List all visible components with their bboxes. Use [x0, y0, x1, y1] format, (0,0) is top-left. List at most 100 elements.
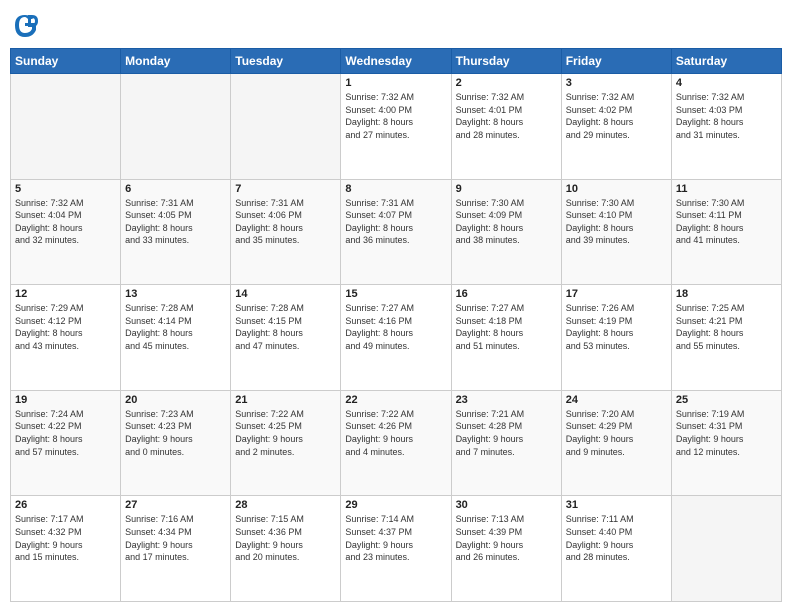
header: [10, 10, 782, 40]
day-number: 6: [125, 183, 226, 195]
day-info: Sunrise: 7:31 AM Sunset: 4:05 PM Dayligh…: [125, 197, 226, 247]
day-info: Sunrise: 7:17 AM Sunset: 4:32 PM Dayligh…: [15, 513, 116, 563]
day-number: 22: [345, 394, 446, 406]
day-number: 14: [235, 288, 336, 300]
day-number: 29: [345, 499, 446, 511]
calendar-cell: 26 Sunrise: 7:17 AM Sunset: 4:32 PM Dayli…: [11, 496, 121, 602]
day-number: 8: [345, 183, 446, 195]
calendar-cell: 18 Sunrise: 7:25 AM Sunset: 4:21 PM Dayli…: [671, 285, 781, 391]
calendar-header-thursday: Thursday: [451, 49, 561, 74]
calendar-cell: 23 Sunrise: 7:21 AM Sunset: 4:28 PM Dayli…: [451, 390, 561, 496]
calendar-cell: 11 Sunrise: 7:30 AM Sunset: 4:11 PM Dayli…: [671, 179, 781, 285]
day-number: 31: [566, 499, 667, 511]
day-number: 25: [676, 394, 777, 406]
day-info: Sunrise: 7:30 AM Sunset: 4:09 PM Dayligh…: [456, 197, 557, 247]
day-info: Sunrise: 7:32 AM Sunset: 4:04 PM Dayligh…: [15, 197, 116, 247]
day-number: 30: [456, 499, 557, 511]
day-number: 24: [566, 394, 667, 406]
day-number: 26: [15, 499, 116, 511]
day-info: Sunrise: 7:15 AM Sunset: 4:36 PM Dayligh…: [235, 513, 336, 563]
day-info: Sunrise: 7:30 AM Sunset: 4:11 PM Dayligh…: [676, 197, 777, 247]
calendar-cell: 10Sunrise: 7:30 AM Sunset: 4:10 PM Dayli…: [561, 179, 671, 285]
day-info: Sunrise: 7:11 AM Sunset: 4:40 PM Dayligh…: [566, 513, 667, 563]
day-info: Sunrise: 7:28 AM Sunset: 4:14 PM Dayligh…: [125, 302, 226, 352]
day-info: Sunrise: 7:32 AM Sunset: 4:02 PM Dayligh…: [566, 91, 667, 141]
calendar-cell: [121, 74, 231, 180]
calendar-week-row: 19 Sunrise: 7:24 AM Sunset: 4:22 PM Dayli…: [11, 390, 782, 496]
day-info: Sunrise: 7:30 AM Sunset: 4:10 PM Dayligh…: [566, 197, 667, 247]
calendar-cell: 3 Sunrise: 7:32 AM Sunset: 4:02 PM Daylig…: [561, 74, 671, 180]
logo: [10, 10, 44, 40]
day-number: 1: [345, 77, 446, 89]
calendar-cell: 8 Sunrise: 7:31 AM Sunset: 4:07 PM Daylig…: [341, 179, 451, 285]
calendar-cell: 17 Sunrise: 7:26 AM Sunset: 4:19 PM Dayli…: [561, 285, 671, 391]
day-number: 17: [566, 288, 667, 300]
day-info: Sunrise: 7:26 AM Sunset: 4:19 PM Dayligh…: [566, 302, 667, 352]
calendar-week-row: 1Sunrise: 7:32 AM Sunset: 4:00 PM Daylig…: [11, 74, 782, 180]
calendar-cell: 6 Sunrise: 7:31 AM Sunset: 4:05 PM Daylig…: [121, 179, 231, 285]
day-info: Sunrise: 7:23 AM Sunset: 4:23 PM Dayligh…: [125, 408, 226, 458]
day-info: Sunrise: 7:31 AM Sunset: 4:07 PM Dayligh…: [345, 197, 446, 247]
day-number: 27: [125, 499, 226, 511]
day-number: 16: [456, 288, 557, 300]
calendar-cell: [11, 74, 121, 180]
calendar-cell: 9 Sunrise: 7:30 AM Sunset: 4:09 PM Daylig…: [451, 179, 561, 285]
calendar-week-row: 26 Sunrise: 7:17 AM Sunset: 4:32 PM Dayli…: [11, 496, 782, 602]
calendar-cell: 21 Sunrise: 7:22 AM Sunset: 4:25 PM Dayli…: [231, 390, 341, 496]
logo-icon: [10, 10, 40, 40]
calendar-cell: 27 Sunrise: 7:16 AM Sunset: 4:34 PM Dayli…: [121, 496, 231, 602]
day-info: Sunrise: 7:31 AM Sunset: 4:06 PM Dayligh…: [235, 197, 336, 247]
calendar-cell: 4Sunrise: 7:32 AM Sunset: 4:03 PM Daylig…: [671, 74, 781, 180]
day-number: 12: [15, 288, 116, 300]
day-info: Sunrise: 7:14 AM Sunset: 4:37 PM Dayligh…: [345, 513, 446, 563]
day-info: Sunrise: 7:25 AM Sunset: 4:21 PM Dayligh…: [676, 302, 777, 352]
calendar-cell: 24Sunrise: 7:20 AM Sunset: 4:29 PM Dayli…: [561, 390, 671, 496]
day-number: 28: [235, 499, 336, 511]
calendar-cell: 1Sunrise: 7:32 AM Sunset: 4:00 PM Daylig…: [341, 74, 451, 180]
calendar-week-row: 5 Sunrise: 7:32 AM Sunset: 4:04 PM Daylig…: [11, 179, 782, 285]
calendar-cell: 28 Sunrise: 7:15 AM Sunset: 4:36 PM Dayli…: [231, 496, 341, 602]
day-number: 9: [456, 183, 557, 195]
calendar-cell: 29 Sunrise: 7:14 AM Sunset: 4:37 PM Dayli…: [341, 496, 451, 602]
calendar-cell: 19 Sunrise: 7:24 AM Sunset: 4:22 PM Dayli…: [11, 390, 121, 496]
calendar-cell: 2 Sunrise: 7:32 AM Sunset: 4:01 PM Daylig…: [451, 74, 561, 180]
day-number: 23: [456, 394, 557, 406]
day-info: Sunrise: 7:29 AM Sunset: 4:12 PM Dayligh…: [15, 302, 116, 352]
day-number: 18: [676, 288, 777, 300]
day-number: 11: [676, 183, 777, 195]
day-info: Sunrise: 7:27 AM Sunset: 4:16 PM Dayligh…: [345, 302, 446, 352]
calendar-header-monday: Monday: [121, 49, 231, 74]
calendar-header-sunday: Sunday: [11, 49, 121, 74]
day-info: Sunrise: 7:24 AM Sunset: 4:22 PM Dayligh…: [15, 408, 116, 458]
day-info: Sunrise: 7:19 AM Sunset: 4:31 PM Dayligh…: [676, 408, 777, 458]
day-number: 20: [125, 394, 226, 406]
calendar-cell: 12 Sunrise: 7:29 AM Sunset: 4:12 PM Dayli…: [11, 285, 121, 391]
calendar-cell: 13 Sunrise: 7:28 AM Sunset: 4:14 PM Dayli…: [121, 285, 231, 391]
calendar-cell: [231, 74, 341, 180]
day-info: Sunrise: 7:27 AM Sunset: 4:18 PM Dayligh…: [456, 302, 557, 352]
day-number: 19: [15, 394, 116, 406]
day-number: 13: [125, 288, 226, 300]
day-number: 2: [456, 77, 557, 89]
calendar-header-wednesday: Wednesday: [341, 49, 451, 74]
calendar-cell: 25 Sunrise: 7:19 AM Sunset: 4:31 PM Dayli…: [671, 390, 781, 496]
page: SundayMondayTuesdayWednesdayThursdayFrid…: [0, 0, 792, 612]
day-info: Sunrise: 7:16 AM Sunset: 4:34 PM Dayligh…: [125, 513, 226, 563]
calendar-cell: 30Sunrise: 7:13 AM Sunset: 4:39 PM Dayli…: [451, 496, 561, 602]
calendar-cell: 7Sunrise: 7:31 AM Sunset: 4:06 PM Daylig…: [231, 179, 341, 285]
calendar-week-row: 12 Sunrise: 7:29 AM Sunset: 4:12 PM Dayli…: [11, 285, 782, 391]
day-info: Sunrise: 7:32 AM Sunset: 4:01 PM Dayligh…: [456, 91, 557, 141]
calendar-cell: 14 Sunrise: 7:28 AM Sunset: 4:15 PM Dayli…: [231, 285, 341, 391]
calendar-cell: 20 Sunrise: 7:23 AM Sunset: 4:23 PM Dayli…: [121, 390, 231, 496]
calendar-cell: 31 Sunrise: 7:11 AM Sunset: 4:40 PM Dayli…: [561, 496, 671, 602]
day-number: 5: [15, 183, 116, 195]
day-number: 3: [566, 77, 667, 89]
calendar-cell: [671, 496, 781, 602]
day-number: 21: [235, 394, 336, 406]
calendar-cell: 5 Sunrise: 7:32 AM Sunset: 4:04 PM Daylig…: [11, 179, 121, 285]
day-info: Sunrise: 7:28 AM Sunset: 4:15 PM Dayligh…: [235, 302, 336, 352]
day-info: Sunrise: 7:21 AM Sunset: 4:28 PM Dayligh…: [456, 408, 557, 458]
day-info: Sunrise: 7:22 AM Sunset: 4:25 PM Dayligh…: [235, 408, 336, 458]
calendar-table: SundayMondayTuesdayWednesdayThursdayFrid…: [10, 48, 782, 602]
day-info: Sunrise: 7:32 AM Sunset: 4:03 PM Dayligh…: [676, 91, 777, 141]
